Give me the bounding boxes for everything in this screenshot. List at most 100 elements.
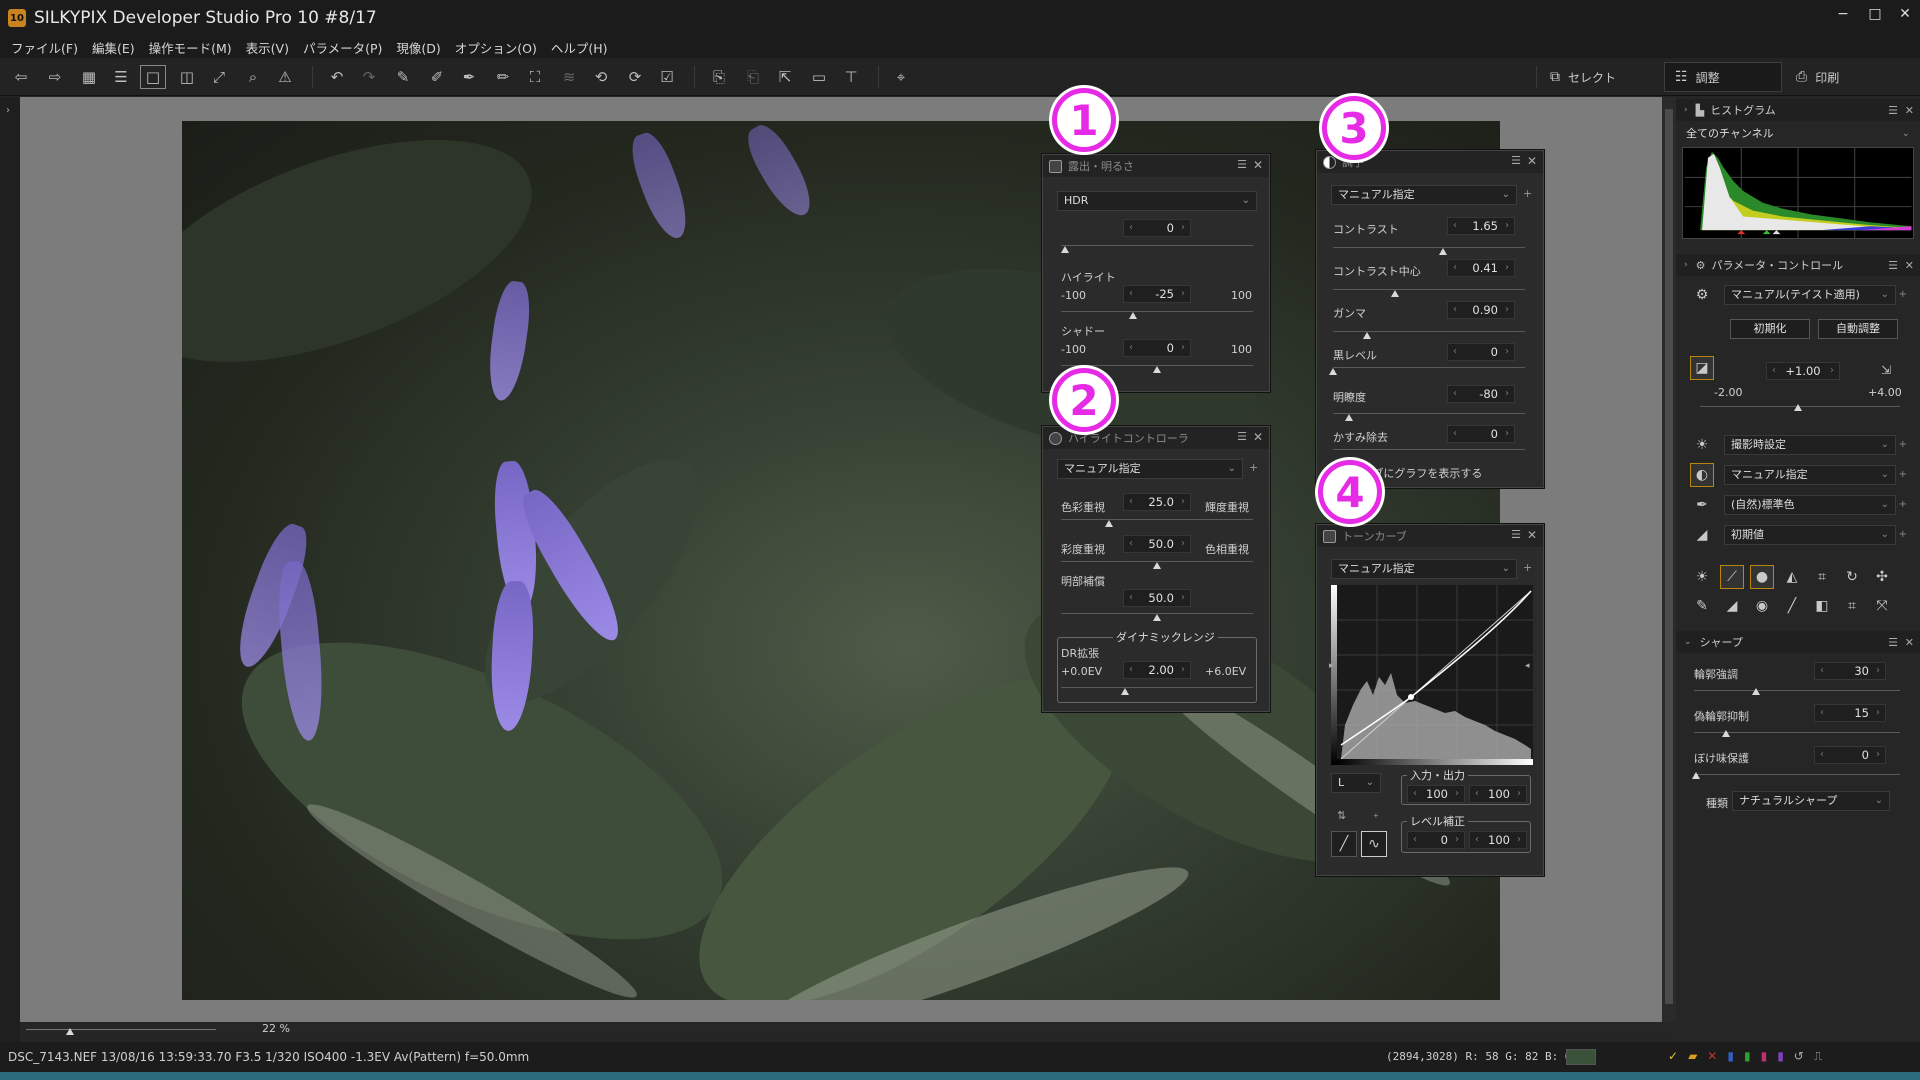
panel-menu-icon[interactable]: ☰ [1511, 154, 1521, 167]
rotate-tool-icon[interactable]: ↻ [1840, 565, 1864, 589]
gamma-slider[interactable] [1333, 331, 1525, 332]
warning-icon[interactable]: ⚠ [272, 65, 298, 89]
menu-option[interactable]: オプション(O) [455, 38, 537, 57]
minimize-button[interactable]: − [1832, 6, 1854, 26]
exposure-mode-select[interactable]: HDR ⌄ [1057, 191, 1257, 211]
vertical-scrollbar[interactable] [1662, 97, 1676, 1022]
menu-help[interactable]: ヘルプ(H) [551, 38, 608, 57]
dark-comp-knob[interactable] [1153, 614, 1161, 621]
next-image-icon[interactable]: ⇨ [42, 65, 68, 89]
prev-image-icon[interactable]: ⇦ [8, 65, 34, 89]
menu-parameter[interactable]: パラメータ(P) [303, 38, 382, 57]
histogram-channel-select[interactable]: 全てのチャンネル ⌄ [1680, 125, 1916, 145]
brush-tool-icon[interactable]: ╱ [1780, 594, 1804, 618]
close-button[interactable]: ✕ [1894, 6, 1916, 26]
curve-left-marker[interactable]: ▸ [1329, 661, 1334, 671]
edge-enhance-knob[interactable] [1752, 688, 1760, 695]
panel-close-icon[interactable]: ✕ [1253, 158, 1263, 172]
sharpness-icon[interactable]: ◢ [1690, 523, 1714, 547]
crop-icon[interactable]: ⛶ [522, 65, 548, 89]
gamma-spinbox[interactable]: ‹ 0.90 › [1447, 301, 1515, 319]
exposure-panel-header[interactable]: 露出・明るさ ☰ ✕ [1043, 155, 1269, 177]
brightness-tool-icon[interactable]: ☀ [1690, 565, 1714, 589]
panel-menu-icon[interactable]: ☰ [1237, 158, 1247, 171]
gradient-tool-icon[interactable]: ◢ [1720, 594, 1744, 618]
add-preset-icon[interactable]: + [1523, 561, 1532, 574]
noise-tool-icon[interactable]: ⌗ [1810, 565, 1834, 589]
retouch-tool-icon[interactable]: ✎ [1690, 594, 1714, 618]
rotate-right-icon[interactable]: ⟳ [622, 65, 648, 89]
black-level-slider[interactable] [1333, 367, 1525, 368]
hdr-spinbox[interactable]: ‹ 0 › [1123, 219, 1191, 237]
color-balance-slider[interactable] [1061, 519, 1253, 520]
add-point-icon[interactable]: ⁺ [1373, 811, 1379, 824]
section-menu-icon[interactable]: ☰ [1888, 259, 1898, 272]
single-view-icon[interactable]: □ [140, 65, 166, 89]
contrast-center-spinbox[interactable]: ‹ 0.41 › [1447, 259, 1515, 277]
menu-mode[interactable]: 操作モード(M) [149, 38, 232, 57]
dr-slider-knob[interactable] [1121, 688, 1129, 695]
exposure-bias-knob[interactable] [1794, 404, 1802, 411]
bokeh-protect-knob[interactable] [1692, 772, 1700, 779]
check-icon[interactable]: ☑ [654, 65, 680, 89]
gear-icon[interactable]: ⚙ [1690, 283, 1714, 307]
menu-develop[interactable]: 現像(D) [396, 38, 440, 57]
tone-curve-tool-icon[interactable]: ⟋ [1720, 565, 1744, 589]
preview-image[interactable] [182, 121, 1500, 1000]
white-balance-icon[interactable]: ☀ [1690, 433, 1714, 457]
tab-select[interactable]: ⧉ セレクト [1540, 62, 1660, 92]
menu-file[interactable]: ファイル(F) [11, 38, 78, 57]
add-preset-icon[interactable]: + [1249, 461, 1258, 474]
curve-mode-select[interactable]: マニュアル指定 ⌄ [1331, 559, 1517, 579]
contrast-center-knob[interactable] [1391, 290, 1399, 297]
contrast-center-slider[interactable] [1333, 289, 1525, 290]
zoom-level[interactable]: 22 % [262, 1022, 290, 1035]
auto-exposure-icon[interactable]: ⇲ [1874, 358, 1898, 382]
panel-menu-icon[interactable]: ☰ [1237, 430, 1247, 443]
develop-icon[interactable]: ⎘ [706, 65, 732, 89]
contrast-spinbox[interactable]: ‹ 1.65 › [1447, 217, 1515, 235]
exposure-bias-spinbox[interactable]: ‹ +1.00 › [1766, 362, 1840, 380]
hdr-slider[interactable] [1061, 245, 1253, 246]
color-select[interactable]: (自然)標準色 ⌄ + [1724, 495, 1907, 515]
panel-close-icon[interactable]: ✕ [1527, 528, 1537, 542]
section-close-icon[interactable]: ✕ [1905, 104, 1914, 117]
tone-contrast-icon[interactable]: ◐ [1690, 463, 1714, 487]
eye-tool-icon[interactable]: ◉ [1750, 594, 1774, 618]
paste-parameter-icon[interactable]: ✐ [424, 65, 450, 89]
expand-arrow-icon[interactable]: › [1684, 260, 1688, 270]
dr-spinbox[interactable]: ‹ 2.00 › [1123, 661, 1191, 679]
black-level-knob[interactable] [1329, 368, 1337, 375]
expand-left-icon[interactable]: › [6, 105, 10, 116]
bokeh-protect-spinbox[interactable]: ‹ 0 › [1814, 746, 1886, 764]
dark-comp-spinbox[interactable]: ‹ 50.0 › [1123, 589, 1191, 607]
shadow-spinbox[interactable]: ‹ 0 › [1123, 339, 1191, 357]
reset-button[interactable]: 初期化 [1730, 319, 1810, 339]
maximize-button[interactable]: □ [1864, 6, 1886, 26]
black-level-spinbox[interactable]: ‹ 0 › [1447, 343, 1515, 361]
curve-tool-icon[interactable]: ⇅ [1337, 809, 1346, 822]
zoom-slider-track[interactable] [26, 1029, 216, 1030]
highlight-tool-icon[interactable]: ● [1750, 565, 1774, 589]
input-spinbox[interactable]: ‹ 100 › [1407, 785, 1465, 803]
section-close-icon[interactable]: ✕ [1905, 636, 1914, 649]
grid-view-icon[interactable]: ▦ [76, 65, 102, 89]
dehaze-slider[interactable] [1333, 449, 1525, 450]
sharp-type-select[interactable]: ナチュラルシャープ ⌄ [1732, 791, 1890, 811]
contrast-slider[interactable] [1333, 247, 1525, 248]
section-close-icon[interactable]: ✕ [1905, 259, 1914, 272]
menu-edit[interactable]: 編集(E) [92, 38, 135, 57]
hue-balance-knob[interactable] [1153, 562, 1161, 569]
spline-curve-button[interactable]: ∿ [1361, 831, 1387, 857]
highlight-slider-knob[interactable] [1129, 312, 1137, 319]
transform-tool-icon[interactable]: ⤧ [1870, 594, 1894, 618]
rotate-left-icon[interactable]: ⟲ [588, 65, 614, 89]
output-spinbox[interactable]: ‹ 100 › [1469, 785, 1527, 803]
collapse-arrow-icon[interactable]: ⌄ [1684, 637, 1692, 647]
color-balance-knob[interactable] [1105, 520, 1113, 527]
highlight-spinbox[interactable]: ‹ -25 › [1123, 285, 1191, 303]
hue-balance-spinbox[interactable]: ‹ 50.0 › [1123, 535, 1191, 553]
histogram-section-header[interactable]: › ▙ ヒストグラム ☰ ✕ [1676, 99, 1920, 121]
panel-close-icon[interactable]: ✕ [1527, 154, 1537, 168]
level-min-spinbox[interactable]: ‹ 0 › [1407, 831, 1465, 849]
